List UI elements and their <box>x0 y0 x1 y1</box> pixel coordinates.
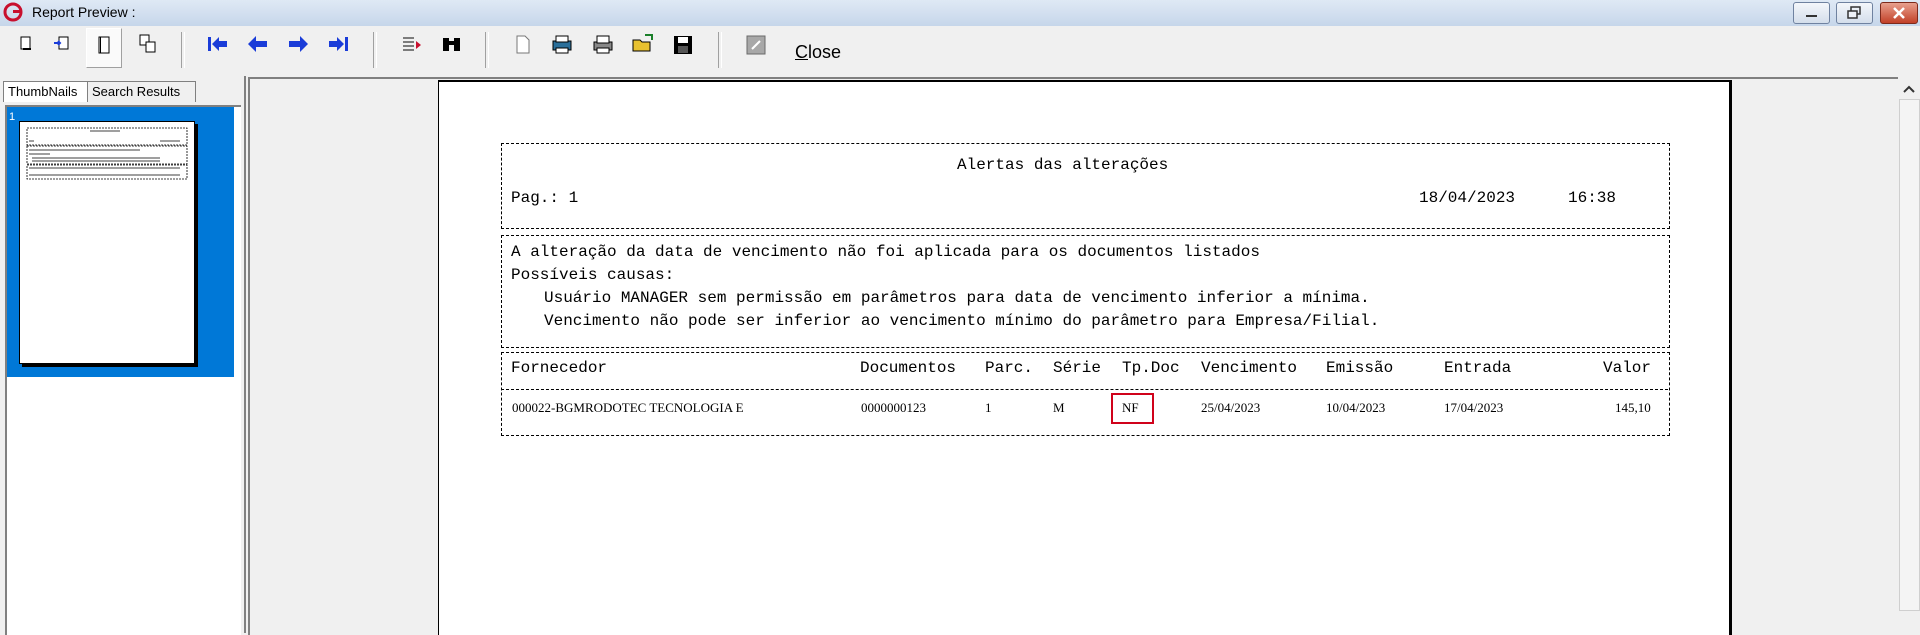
full-page-button[interactable] <box>86 28 122 68</box>
full-page-icon <box>98 36 110 54</box>
binoculars-icon <box>443 38 460 51</box>
toolbar-separator <box>181 32 185 68</box>
next-page-button[interactable] <box>285 32 311 58</box>
close-mnemonic: C <box>795 42 808 62</box>
message-line: A alteração da data de vencimento não fo… <box>511 243 1260 261</box>
multi-page-button[interactable] <box>136 32 162 58</box>
scroll-up-icon[interactable] <box>1898 81 1920 97</box>
thumbnail-page-preview[interactable] <box>19 121 195 364</box>
col-header-documentos: Documentos <box>860 359 957 377</box>
message-line: Vencimento não pode ser inferior ao venc… <box>544 312 1380 330</box>
last-page-icon <box>329 37 348 51</box>
close-icon <box>1893 7 1905 19</box>
fit-width-icon <box>54 36 69 50</box>
col-header-emissao: Emissão <box>1326 359 1394 377</box>
goto-page-button[interactable] <box>399 32 425 58</box>
printer-setup-icon <box>552 35 572 54</box>
page-setup-button[interactable] <box>510 32 536 58</box>
cell-tpdoc: NF <box>1122 400 1139 415</box>
col-header-fornecedor: Fornecedor <box>511 359 608 377</box>
tab-search-results[interactable]: Search Results <box>87 81 196 102</box>
restore-button[interactable] <box>1836 2 1873 24</box>
toolbar-separator <box>373 32 377 68</box>
page-icon <box>20 36 31 50</box>
printer-icon <box>593 35 613 54</box>
window-title: Report Preview : <box>32 4 136 20</box>
cell-documentos: 0000000123 <box>861 400 926 415</box>
toolbar-separator <box>718 32 722 68</box>
col-header-parc: Parc. <box>985 359 1034 377</box>
open-button[interactable] <box>630 32 656 58</box>
report-time: 16:38 <box>1568 189 1617 207</box>
thumbnail-page-number: 1 <box>9 111 16 123</box>
minimize-button[interactable] <box>1793 2 1830 24</box>
report-title: Alertas das alterações <box>957 156 1169 174</box>
col-header-valor: Valor <box>1603 359 1652 377</box>
close-label: lose <box>808 42 842 62</box>
arrow-left-icon <box>248 36 267 52</box>
cell-fornecedor: 000022-BGMRODOTEC TECNOLOGIA E <box>512 400 744 415</box>
fit-width-button[interactable] <box>51 32 77 58</box>
col-header-serie: Série <box>1053 359 1102 377</box>
goto-page-icon <box>403 37 421 51</box>
first-page-button[interactable] <box>205 32 231 58</box>
col-header-tpdoc: Tp.Doc <box>1122 359 1180 377</box>
save-button[interactable] <box>670 32 696 58</box>
folder-open-icon <box>632 34 653 52</box>
floppy-disk-icon <box>674 36 692 54</box>
print-setup-button[interactable] <box>549 32 575 58</box>
vertical-scrollbar[interactable] <box>1898 77 1920 633</box>
message-line: Possíveis causas: <box>511 266 675 284</box>
cell-valor: 145,10 <box>1615 400 1651 415</box>
close-button[interactable]: Close <box>795 42 841 63</box>
document-icon <box>516 35 530 54</box>
message-line: Usuário MANAGER sem permissão em parâmet… <box>544 289 1370 307</box>
toolbar-separator <box>485 32 489 68</box>
first-page-icon <box>208 37 227 51</box>
table-header-divider <box>501 389 1668 390</box>
cell-emissao: 10/04/2023 <box>1326 400 1386 415</box>
previous-page-button[interactable] <box>245 32 271 58</box>
print-button[interactable] <box>590 32 616 58</box>
exit-door-icon <box>746 35 766 55</box>
report-date: 18/04/2023 <box>1419 189 1516 207</box>
tab-thumbnails[interactable]: ThumbNails <box>3 81 94 102</box>
find-button[interactable] <box>439 32 465 58</box>
col-header-entrada: Entrada <box>1444 359 1512 377</box>
window-close-button[interactable] <box>1880 2 1918 24</box>
app-logo-icon <box>3 2 23 22</box>
title-bar: Report Preview : <box>0 0 1920 27</box>
last-page-button[interactable] <box>325 32 351 58</box>
exit-button[interactable] <box>743 32 769 58</box>
single-page-button[interactable] <box>14 32 40 58</box>
cell-parc: 1 <box>985 400 992 415</box>
cell-vencimento: 25/04/2023 <box>1201 400 1261 415</box>
scroll-thumb[interactable] <box>1899 99 1920 611</box>
multi-page-icon <box>139 34 156 53</box>
cell-entrada: 17/04/2023 <box>1444 400 1504 415</box>
thumbnail-miniature <box>26 127 188 180</box>
arrow-right-icon <box>289 36 308 52</box>
pane-splitter[interactable] <box>244 76 246 633</box>
minimize-icon <box>1806 15 1817 17</box>
cell-serie: M <box>1053 400 1065 415</box>
col-header-vencimento: Vencimento <box>1201 359 1298 377</box>
page-label: Pag.: 1 <box>511 189 579 207</box>
restore-icon <box>1847 6 1861 19</box>
